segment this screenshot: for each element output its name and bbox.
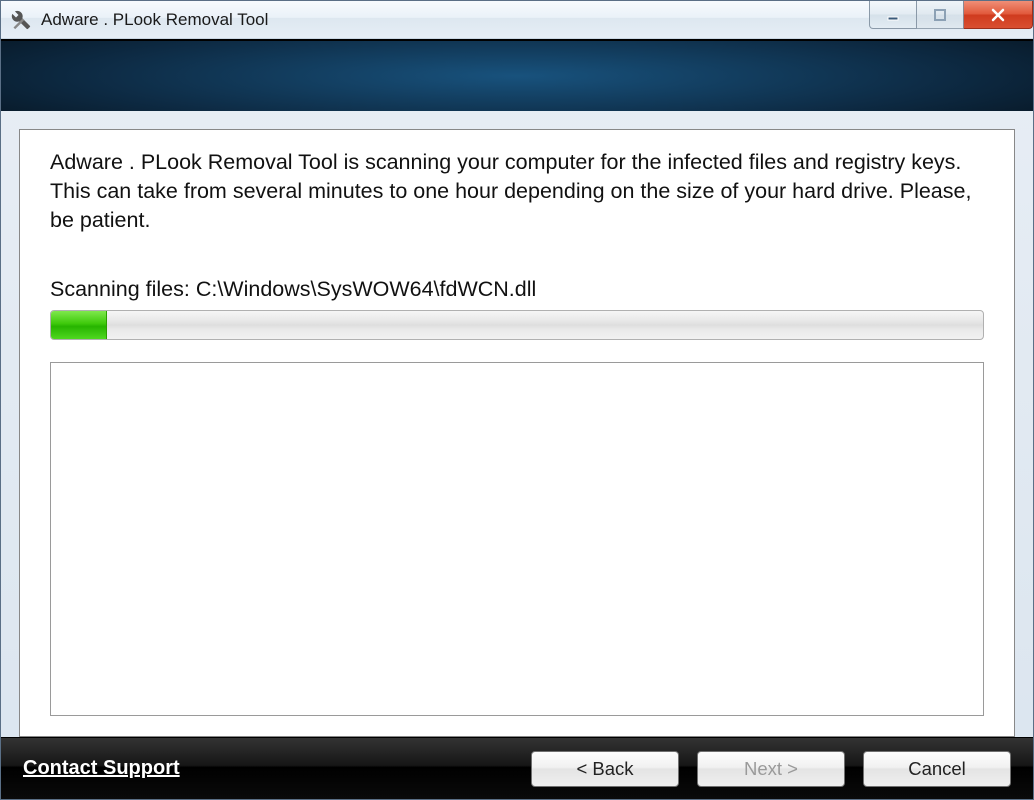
content-panel: Adware . PLook Removal Tool is scanning … (19, 129, 1015, 737)
maximize-button[interactable] (916, 1, 964, 29)
scan-current-file: C:\Windows\SysWOW64\fdWCN.dll (196, 277, 536, 301)
scan-progress-bar (50, 310, 984, 340)
tools-icon (11, 10, 31, 30)
next-button[interactable]: Next > (697, 751, 845, 787)
content-wrapper: Adware . PLook Removal Tool is scanning … (1, 111, 1033, 737)
close-button[interactable] (963, 1, 1033, 29)
scan-description: Adware . PLook Removal Tool is scanning … (50, 148, 984, 235)
window-controls (870, 1, 1033, 29)
back-button[interactable]: < Back (531, 751, 679, 787)
scan-status-line: Scanning files: C:\Windows\SysWOW64\fdWC… (50, 277, 984, 302)
minimize-button[interactable] (869, 1, 917, 29)
scan-progress-fill (51, 311, 107, 339)
titlebar[interactable]: Adware . PLook Removal Tool (1, 1, 1033, 39)
app-window: Adware . PLook Removal Tool Adware . PLo… (0, 0, 1034, 800)
header-banner (1, 39, 1033, 111)
wizard-footer: Contact Support < Back Next > Cancel (1, 737, 1033, 799)
results-list[interactable] (50, 362, 984, 716)
cancel-button[interactable]: Cancel (863, 751, 1011, 787)
window-title: Adware . PLook Removal Tool (41, 10, 870, 30)
scan-label: Scanning files: (50, 277, 190, 301)
contact-support-link[interactable]: Contact Support (23, 757, 513, 780)
